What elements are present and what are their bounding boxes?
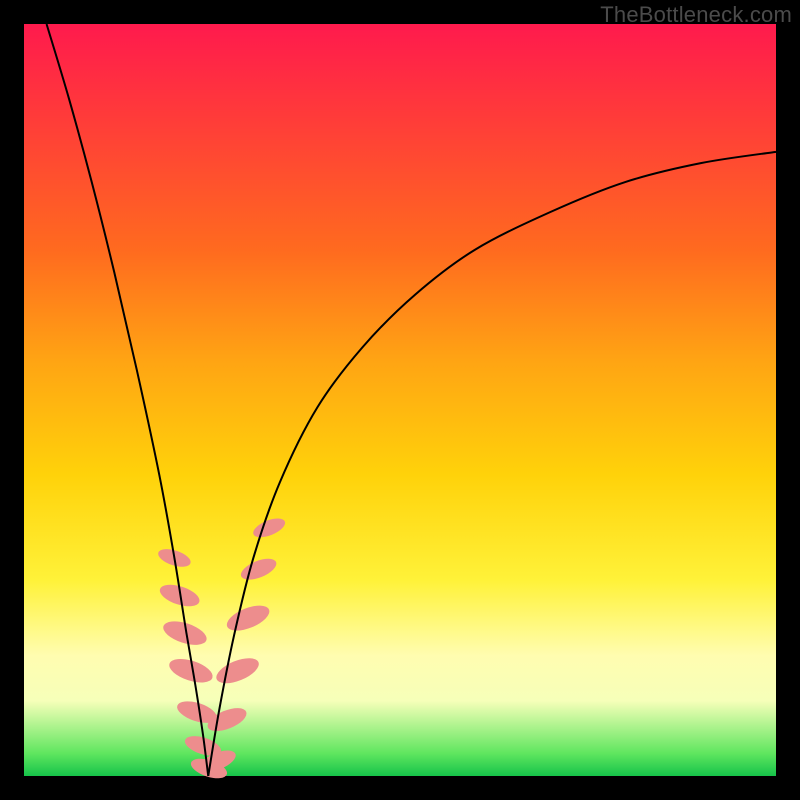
curve-marker <box>213 653 262 688</box>
curve-marker <box>223 600 272 635</box>
curve-marker <box>251 515 288 541</box>
plot-area <box>24 24 776 776</box>
watermark-text: TheBottleneck.com <box>600 2 792 28</box>
frame: TheBottleneck.com <box>0 0 800 800</box>
curve-marker <box>204 703 249 735</box>
curve-svg <box>24 24 776 776</box>
markers-group <box>156 515 288 783</box>
right-branch <box>208 152 776 776</box>
curve-marker <box>238 554 279 583</box>
